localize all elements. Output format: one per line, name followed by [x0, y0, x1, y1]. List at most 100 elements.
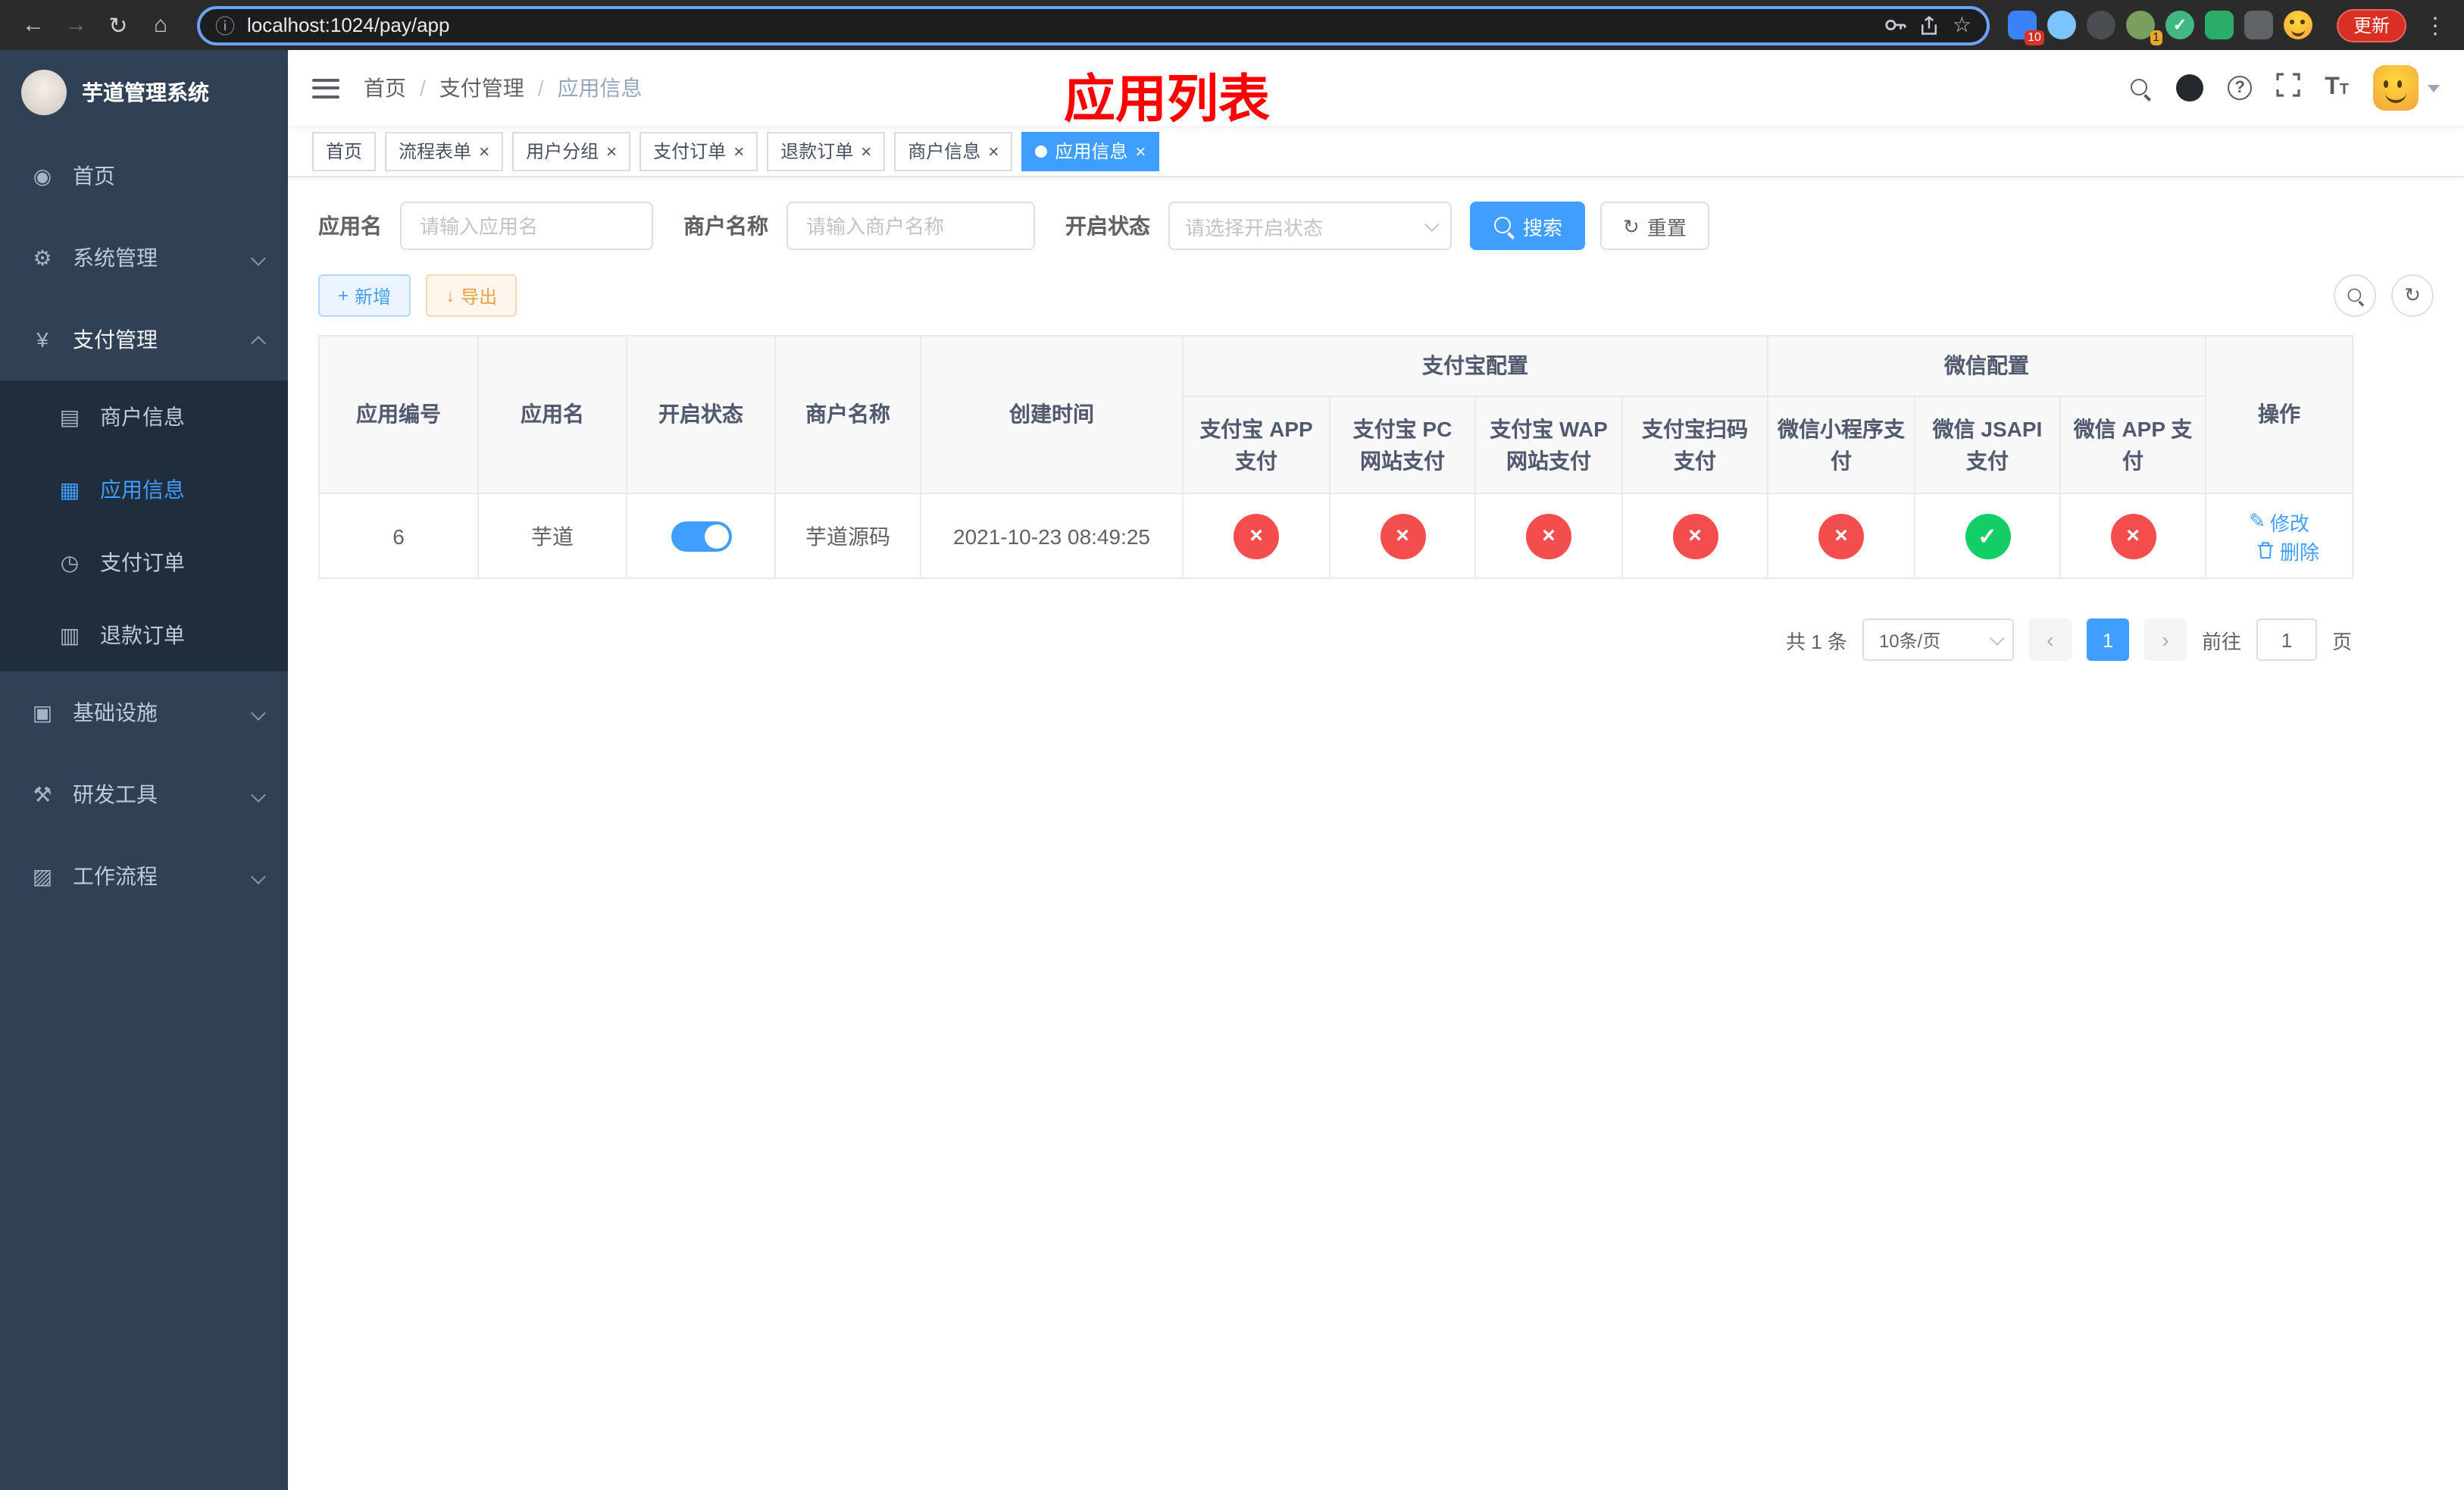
- address-bar[interactable]: ⓘ localhost:1024/pay/app ☆: [197, 5, 1990, 45]
- prev-page-button[interactable]: ‹: [2028, 618, 2072, 661]
- browser-reload-icon[interactable]: ↻: [100, 7, 136, 43]
- extension-icon-1[interactable]: 10: [2007, 11, 2044, 45]
- sidebar-item-dev-tools[interactable]: ⚒ 研发工具: [0, 753, 288, 835]
- tab-close-icon[interactable]: ×: [988, 142, 999, 160]
- browser-menu-icon[interactable]: ⋮: [2422, 11, 2449, 39]
- gear-icon: ⚙: [33, 245, 52, 269]
- tab-pay-orders[interactable]: 支付订单 ×: [639, 131, 758, 171]
- export-button[interactable]: ↓ 导出: [426, 274, 518, 317]
- cell-alipay-app: ×: [1182, 493, 1330, 579]
- sidebar-item-app-info[interactable]: ▦ 应用信息: [0, 453, 288, 526]
- clock-icon: ◷: [60, 549, 80, 574]
- pagination: 共 1 条 10条/页 ‹ 1 › 前往 页: [318, 618, 2352, 661]
- emoji-extension-icon[interactable]: [2283, 11, 2312, 39]
- extension-icon-2[interactable]: [2047, 11, 2076, 39]
- sidebar-item-merchant-info[interactable]: ▤ 商户信息: [0, 380, 288, 453]
- tab-merchant-info[interactable]: 商户信息 ×: [894, 131, 1013, 171]
- password-key-icon[interactable]: [1884, 14, 1907, 36]
- share-icon[interactable]: [1919, 14, 1940, 36]
- sidebar-item-pay-orders[interactable]: ◷ 支付订单: [0, 526, 288, 599]
- sidebar-item-home[interactable]: ◉ 首页: [0, 135, 288, 217]
- yen-icon: ¥: [36, 327, 48, 352]
- tab-close-icon[interactable]: ×: [861, 142, 871, 160]
- app-table: 应用编号 应用名 开启状态 商户名称 创建时间 支付宝配置 微信配置 操作 支付…: [318, 335, 2353, 579]
- tab-process-form[interactable]: 流程表单 ×: [385, 131, 504, 171]
- cell-status: [626, 493, 776, 579]
- tab-close-icon[interactable]: ×: [606, 142, 617, 160]
- toggle-search-button[interactable]: [2334, 274, 2376, 317]
- dashboard-icon: ◉: [33, 163, 52, 187]
- extension-icon-4[interactable]: 1: [2125, 11, 2162, 45]
- browser-back-icon[interactable]: ←: [15, 7, 52, 43]
- sidebar-item-label: 研发工具: [73, 782, 158, 806]
- sidebar-item-workflow[interactable]: ▨ 工作流程: [0, 835, 288, 917]
- table-row: 6 芋道 芋道源码 2021-10-23 08:49:25 × × × × ×: [318, 493, 2353, 579]
- extension-icon-6[interactable]: [2204, 11, 2234, 39]
- cell-created: 2021-10-23 08:49:25: [920, 493, 1184, 579]
- payment-submenu: ▤ 商户信息 ▦ 应用信息 ◷ 支付订单 ▥ 退款订单: [0, 380, 288, 671]
- tab-label: 商户信息: [908, 141, 981, 162]
- delete-link[interactable]: 删除: [2257, 536, 2319, 565]
- reset-button[interactable]: ↻ 重置: [1600, 202, 1709, 250]
- user-menu[interactable]: [2373, 65, 2440, 111]
- search-button-label: 搜索: [1523, 216, 1563, 239]
- page-size-select[interactable]: 10条/页: [1862, 618, 2014, 661]
- next-page-button[interactable]: ›: [2143, 618, 2187, 661]
- tab-refund-orders[interactable]: 退款订单 ×: [767, 131, 886, 171]
- browser-toolbar: ← → ↻ ⌂ ⓘ localhost:1024/pay/app ☆ 10 1 …: [0, 0, 2464, 50]
- font-size-icon[interactable]: TT: [2325, 74, 2349, 102]
- merchant-name-input[interactable]: [786, 202, 1035, 250]
- tab-close-icon[interactable]: ×: [1135, 142, 1146, 160]
- extensions-puzzle-icon[interactable]: [2244, 11, 2273, 39]
- pagination-total: 共 1 条: [1786, 630, 1847, 653]
- tab-label: 支付订单: [653, 141, 727, 162]
- github-icon[interactable]: [2176, 74, 2204, 102]
- col-wx-mini: 微信小程序支付: [1767, 396, 1915, 494]
- browser-home-icon[interactable]: ⌂: [142, 7, 179, 43]
- workflow-icon: ▨: [32, 863, 53, 887]
- breadcrumb-home[interactable]: 首页: [364, 73, 406, 103]
- sidebar-item-refund-orders[interactable]: ▥ 退款订单: [0, 599, 288, 671]
- site-info-icon[interactable]: ⓘ: [215, 11, 235, 39]
- sidebar-item-infrastructure[interactable]: ▣ 基础设施: [0, 671, 288, 753]
- goto-page-input[interactable]: [2256, 618, 2317, 661]
- status-select[interactable]: 请选择开启状态: [1168, 202, 1452, 250]
- url-text[interactable]: localhost:1024/pay/app: [247, 14, 1872, 36]
- browser-update-button[interactable]: 更新: [2336, 8, 2406, 42]
- browser-forward-icon[interactable]: →: [58, 7, 94, 43]
- app-name-input[interactable]: [400, 202, 653, 250]
- page-1-button[interactable]: 1: [2086, 618, 2129, 661]
- col-group-alipay: 支付宝配置: [1182, 335, 1768, 397]
- fullscreen-icon[interactable]: [2276, 72, 2300, 104]
- help-icon[interactable]: ?: [2228, 76, 2253, 100]
- cell-merchant: 芋道源码: [774, 493, 921, 579]
- edit-link[interactable]: ✎ 修改: [2249, 507, 2309, 536]
- edit-link-label: 修改: [2269, 512, 2309, 534]
- tab-label: 首页: [326, 141, 363, 162]
- tab-user-group[interactable]: 用户分组 ×: [512, 131, 631, 171]
- vue-devtools-icon[interactable]: ✓: [2165, 11, 2194, 39]
- tab-close-icon[interactable]: ×: [479, 142, 489, 160]
- screen: ← → ↻ ⌂ ⓘ localhost:1024/pay/app ☆ 10 1 …: [0, 0, 2464, 1490]
- tab-app-info[interactable]: 应用信息 ×: [1021, 131, 1160, 171]
- breadcrumb-payment[interactable]: 支付管理: [439, 73, 524, 103]
- bookmark-star-icon[interactable]: ☆: [1953, 12, 1972, 38]
- status-toggle[interactable]: [671, 521, 731, 551]
- tab-home[interactable]: 首页: [312, 131, 377, 171]
- add-button[interactable]: + 新增: [318, 274, 411, 317]
- sidebar-item-payment[interactable]: ¥ 支付管理: [0, 299, 288, 380]
- col-wx-app: 微信 APP 支付: [2059, 396, 2206, 494]
- navbar-actions: ? TT: [2129, 65, 2440, 111]
- refresh-table-button[interactable]: ↻: [2391, 274, 2434, 317]
- search-button[interactable]: 搜索: [1470, 202, 1586, 250]
- extension-icon-3[interactable]: [2086, 11, 2115, 39]
- tab-close-icon[interactable]: ×: [733, 142, 744, 160]
- search-icon[interactable]: [2129, 77, 2152, 99]
- chevron-down-icon: [251, 705, 266, 720]
- active-tab-dot: [1035, 145, 1048, 157]
- sidebar-collapse-icon[interactable]: [312, 78, 339, 98]
- disabled-cross-icon: ×: [1380, 513, 1425, 559]
- col-alipay-wap: 支付宝 WAP 网站支付: [1474, 396, 1623, 494]
- grid-icon: ▦: [59, 477, 80, 501]
- sidebar-item-system[interactable]: ⚙ 系统管理: [0, 217, 288, 299]
